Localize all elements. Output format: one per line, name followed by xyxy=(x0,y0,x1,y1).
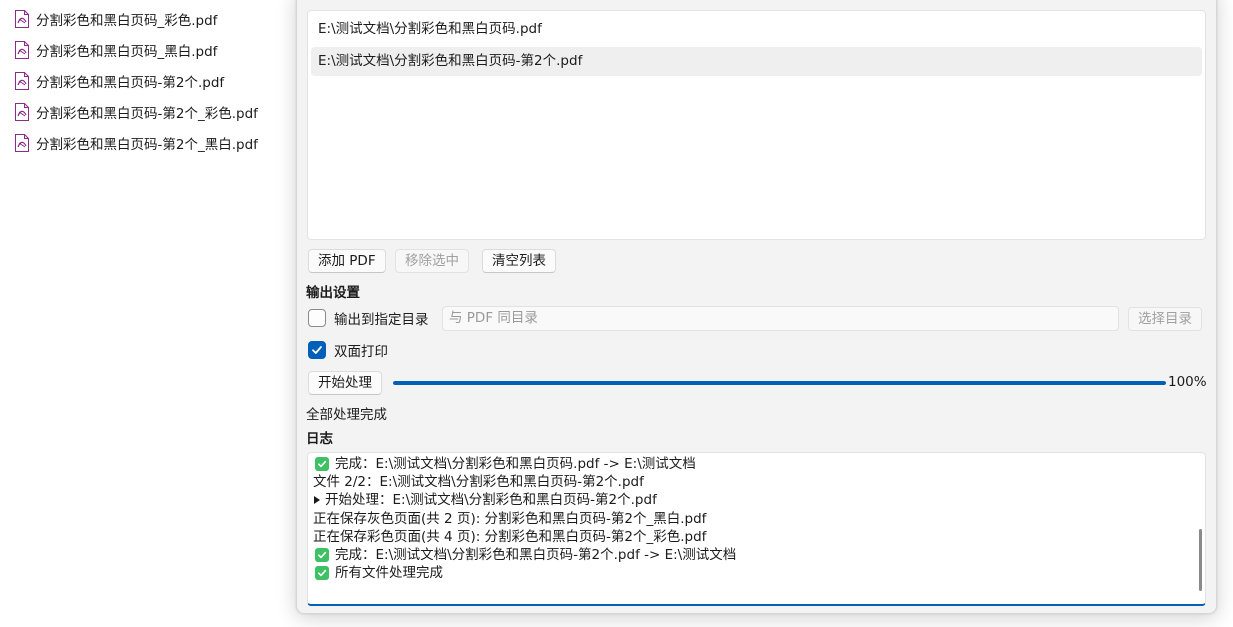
duplex-checkbox-row[interactable]: 双面打印 xyxy=(308,339,388,361)
log-line-text: 完成：E:\测试文档\分割彩色和黑白页码.pdf -> E:\测试文档 xyxy=(335,456,696,473)
log-line-text: 正在保存彩色页面(共 4 页): 分割彩色和黑白页码-第2个_彩色.pdf xyxy=(313,528,707,545)
output-dir-input[interactable]: 与 PDF 同目录 xyxy=(442,306,1119,331)
add-pdf-button[interactable]: 添加 PDF xyxy=(308,249,386,273)
desktop-file-list: 分割彩色和黑白页码_彩色.pdf 分割彩色和黑白页码_黑白.pdf 分割彩色和黑… xyxy=(14,3,284,158)
log-line: 完成：E:\测试文档\分割彩色和黑白页码.pdf -> E:\测试文档 xyxy=(313,455,1205,473)
progress-percent: 100% xyxy=(1168,374,1207,390)
pdf-file-icon xyxy=(15,102,29,121)
pdf-list-item-selected[interactable]: E:\测试文档\分割彩色和黑白页码-第2个.pdf xyxy=(311,47,1202,76)
progress-bar xyxy=(393,381,1166,385)
log-line-text: 所有文件处理完成 xyxy=(335,565,443,582)
custom-dir-checkbox-row[interactable]: 输出到指定目录 xyxy=(308,307,429,329)
log-line: 文件 2/2：E:\测试文档\分割彩色和黑白页码-第2个.pdf xyxy=(313,473,1205,491)
log-title: 日志 xyxy=(306,431,333,447)
clear-list-button[interactable]: 清空列表 xyxy=(482,249,556,273)
desktop-file-name: 分割彩色和黑白页码-第2个.pdf xyxy=(36,74,225,91)
desktop-file[interactable]: 分割彩色和黑白页码-第2个_彩色.pdf xyxy=(14,96,284,127)
duplex-checkbox[interactable] xyxy=(308,341,326,359)
app-window: E:\测试文档\分割彩色和黑白页码.pdf E:\测试文档\分割彩色和黑白页码-… xyxy=(296,0,1217,614)
log-line: 完成：E:\测试文档\分割彩色和黑白页码-第2个.pdf -> E:\测试文档 xyxy=(313,546,1205,564)
check-mark-icon xyxy=(315,457,329,472)
check-mark-icon xyxy=(315,548,329,563)
pdf-file-icon xyxy=(15,9,29,28)
log-textarea[interactable]: 完成：E:\测试文档\分割彩色和黑白页码.pdf -> E:\测试文档 文件 2… xyxy=(307,452,1206,606)
log-line-text: 正在保存灰色页面(共 2 页): 分割彩色和黑白页码-第2个_黑白.pdf xyxy=(313,510,707,527)
remove-selected-button[interactable]: 移除选中 xyxy=(395,249,469,273)
pdf-list-item[interactable]: E:\测试文档\分割彩色和黑白页码.pdf xyxy=(311,15,1202,44)
pdf-file-icon xyxy=(15,71,29,90)
desktop-file[interactable]: 分割彩色和黑白页码-第2个_黑白.pdf xyxy=(14,127,284,158)
desktop-file[interactable]: 分割彩色和黑白页码_黑白.pdf xyxy=(14,34,284,65)
log-line: 开始处理：E:\测试文档\分割彩色和黑白页码-第2个.pdf xyxy=(313,491,1205,509)
custom-dir-checkbox[interactable] xyxy=(308,309,326,327)
check-mark-icon xyxy=(315,566,329,581)
progress-fill xyxy=(393,381,1166,385)
pdf-file-listbox[interactable]: E:\测试文档\分割彩色和黑白页码.pdf E:\测试文档\分割彩色和黑白页码-… xyxy=(307,10,1206,240)
pdf-file-icon xyxy=(15,133,29,152)
log-line-text: 开始处理：E:\测试文档\分割彩色和黑白页码-第2个.pdf xyxy=(325,492,657,509)
desktop-file-name: 分割彩色和黑白页码-第2个_黑白.pdf xyxy=(36,136,258,153)
desktop-file-name: 分割彩色和黑白页码_黑白.pdf xyxy=(36,43,218,60)
log-line-text: 文件 2/2：E:\测试文档\分割彩色和黑白页码-第2个.pdf xyxy=(313,474,644,491)
choose-dir-button[interactable]: 选择目录 xyxy=(1128,307,1202,331)
custom-dir-label: 输出到指定目录 xyxy=(334,312,429,328)
status-text: 全部处理完成 xyxy=(306,407,387,423)
play-triangle-icon xyxy=(314,496,320,505)
output-settings-title: 输出设置 xyxy=(306,285,360,301)
desktop-file-name: 分割彩色和黑白页码_彩色.pdf xyxy=(36,12,218,29)
check-icon xyxy=(312,346,322,354)
log-line: 正在保存彩色页面(共 4 页): 分割彩色和黑白页码-第2个_彩色.pdf xyxy=(313,528,1205,546)
desktop-file[interactable]: 分割彩色和黑白页码-第2个.pdf xyxy=(14,65,284,96)
log-scrollbar[interactable] xyxy=(1199,529,1202,591)
pdf-file-icon xyxy=(15,40,29,59)
log-line-text: 完成：E:\测试文档\分割彩色和黑白页码-第2个.pdf -> E:\测试文档 xyxy=(335,547,737,564)
start-process-button[interactable]: 开始处理 xyxy=(308,371,382,395)
desktop-file-name: 分割彩色和黑白页码-第2个_彩色.pdf xyxy=(36,105,258,122)
duplex-label: 双面打印 xyxy=(334,344,388,360)
desktop-file[interactable]: 分割彩色和黑白页码_彩色.pdf xyxy=(14,3,284,34)
log-line: 正在保存灰色页面(共 2 页): 分割彩色和黑白页码-第2个_黑白.pdf xyxy=(313,510,1205,528)
log-line: 所有文件处理完成 xyxy=(313,564,1205,582)
